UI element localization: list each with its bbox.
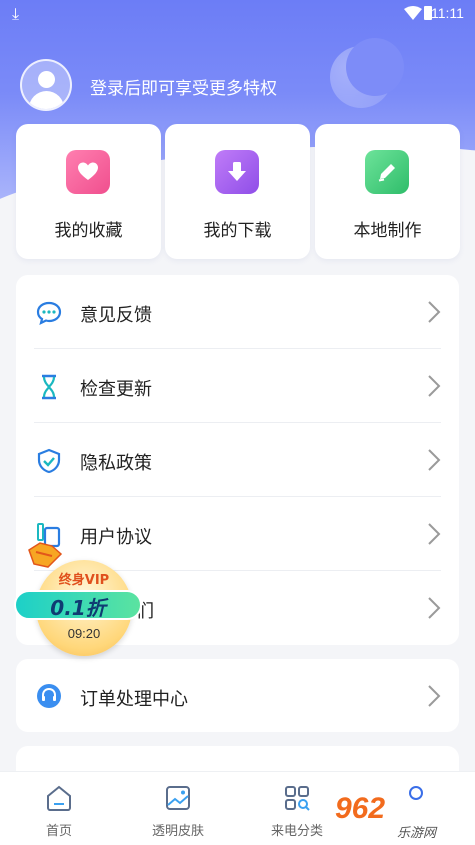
gift-icon	[28, 542, 63, 568]
vip-promo-badge[interactable]: 终身VIP 0.1折 09:20	[14, 540, 142, 656]
vip-title: 终身VIP	[58, 573, 110, 588]
menu-label: 检查更新	[80, 379, 152, 400]
menu-item-privacy-policy[interactable]: 隐私政策	[16, 423, 459, 497]
download-icon	[215, 150, 259, 194]
tab-label: 首页	[45, 824, 72, 839]
tab-transparent-skin[interactable]: 透明皮肤	[119, 772, 237, 845]
watermark-number: 962	[335, 792, 386, 825]
chevron-right-icon	[428, 597, 441, 619]
watermark-text: 乐游网	[397, 826, 437, 841]
menu-label: 意见反馈	[80, 305, 152, 326]
hourglass-icon	[42, 374, 56, 400]
menu-label: 订单处理中心	[80, 689, 188, 710]
chevron-right-icon	[428, 523, 441, 545]
heart-icon	[66, 150, 110, 194]
menu-item-order-center[interactable]: 订单处理中心	[16, 659, 459, 733]
home-icon	[47, 785, 71, 811]
vip-countdown: 09:20	[67, 626, 101, 641]
shield-check-icon	[37, 448, 61, 474]
menu-item-check-update[interactable]: 检查更新	[16, 349, 459, 423]
headset-icon	[37, 684, 61, 708]
wifi-icon	[404, 6, 422, 20]
pencil-icon	[365, 150, 409, 194]
chevron-right-icon	[428, 301, 441, 323]
downloads-card[interactable]: 我的下载	[165, 124, 310, 259]
status-bar: ⤓ 11:11	[0, 0, 475, 28]
picture-icon	[166, 786, 190, 810]
chevron-right-icon	[428, 449, 441, 471]
status-time: 11:11	[431, 5, 464, 21]
tab-home[interactable]: 首页	[0, 772, 118, 845]
avatar[interactable]	[20, 59, 72, 111]
grid-search-icon	[285, 786, 310, 811]
download-status-icon: ⤓	[12, 4, 20, 23]
chevron-right-icon	[428, 685, 441, 707]
chat-bubble-icon	[36, 301, 62, 326]
tab-label: 透明皮肤	[151, 824, 204, 839]
chevron-right-icon	[428, 375, 441, 397]
menu-item-feedback[interactable]: 意见反馈	[16, 275, 459, 349]
local-create-card[interactable]: 本地制作	[315, 124, 460, 259]
local-create-label: 本地制作	[353, 221, 422, 241]
login-prompt[interactable]: 登录后即可享受更多特权	[90, 74, 277, 99]
downloads-label: 我的下载	[203, 221, 272, 241]
vip-discount: 0.1折	[50, 596, 106, 620]
menu-label: 隐私政策	[80, 453, 152, 474]
watermark-logo: 962 乐游网	[335, 792, 475, 842]
favorites-label: 我的收藏	[54, 221, 123, 241]
favorites-card[interactable]: 我的收藏	[16, 124, 161, 259]
order-center-card[interactable]: 订单处理中心	[16, 659, 459, 732]
